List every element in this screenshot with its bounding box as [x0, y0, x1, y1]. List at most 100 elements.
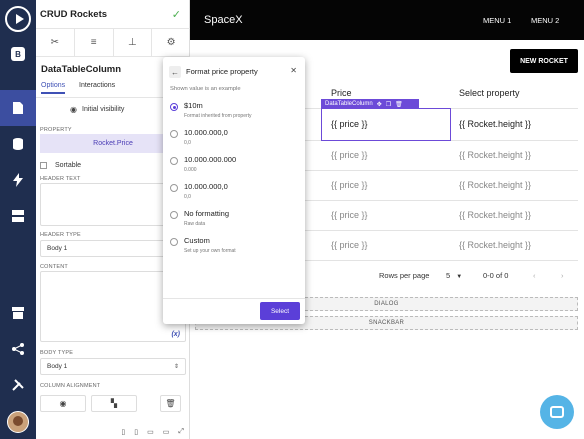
chat-icon	[550, 406, 564, 418]
option-description: 0,0	[184, 140, 191, 146]
format-option[interactable]: 10.000.000,0 0,0	[170, 182, 298, 206]
align-layout-button[interactable]: ▚	[91, 395, 137, 412]
trash-icon[interactable]: 🗑	[395, 101, 403, 108]
component-name: DataTableColumn	[41, 64, 122, 75]
app-title: CRUD Rockets	[40, 9, 108, 20]
align-visible-button[interactable]: ◉	[40, 395, 86, 412]
radio-icon[interactable]	[170, 211, 178, 219]
radio-icon[interactable]	[170, 130, 178, 138]
table-cell: {{ Rocket.height }}	[459, 150, 532, 160]
format-option[interactable]: $10m Format inherited from property	[170, 101, 298, 125]
table-cell: {{ Rocket.height }}	[459, 180, 532, 190]
eye-icon[interactable]: ◉	[70, 105, 77, 114]
app-bar: SpaceX MENU 1 MENU 2	[190, 0, 584, 40]
radio-icon[interactable]	[170, 184, 178, 192]
laptop-icon[interactable]: ▭	[163, 428, 170, 436]
radio-icon[interactable]	[170, 238, 178, 246]
table-cell: {{ price }}	[331, 210, 368, 220]
tools-icon[interactable]	[0, 367, 36, 403]
panel-tool-tabs: ✂ ≡ ⊥ ⚙	[36, 28, 190, 57]
radio-selected-icon[interactable]	[170, 103, 178, 111]
caret-down-icon: ▼	[456, 274, 463, 280]
hierarchy-icon[interactable]: ⊥	[114, 29, 153, 56]
format-option[interactable]: 10.000.000,0 0,0	[170, 128, 298, 152]
tablet-icon[interactable]: ▯	[134, 428, 138, 436]
next-page-icon[interactable]: ›	[561, 271, 564, 280]
option-label: 10.000.000.000	[184, 155, 237, 164]
page-icon[interactable]	[0, 90, 36, 126]
menu-2[interactable]: MENU 2	[531, 16, 559, 25]
pagination-range: 0-0 of 0	[483, 271, 509, 280]
column-header-select[interactable]: Select property	[459, 88, 520, 98]
header-type-value: Body 1	[47, 245, 68, 252]
sortable-checkbox[interactable]: Sortable	[40, 162, 81, 169]
option-label: 10.000.000,0	[184, 128, 228, 137]
format-option[interactable]: Custom Set up your own format	[170, 236, 298, 260]
move-icon[interactable]: ✥	[377, 101, 382, 108]
delete-button[interactable]: 🗑	[160, 395, 181, 412]
body-type-select[interactable]: Body 1 ⇕	[40, 358, 186, 375]
radio-icon[interactable]	[170, 157, 178, 165]
table-cell: {{ Rocket.height }}	[459, 119, 532, 129]
divider	[163, 298, 305, 299]
check-icon: ✓	[171, 9, 181, 21]
option-description: Set up your own format	[184, 248, 236, 254]
menu-1[interactable]: MENU 1	[483, 16, 511, 25]
back-arrow-icon[interactable]: ←	[169, 66, 181, 78]
gear-icon[interactable]: ⚙	[152, 29, 190, 56]
copy-icon[interactable]: ❐	[386, 101, 391, 108]
option-label: Custom	[184, 236, 210, 245]
appbar-title: SpaceX	[204, 14, 243, 26]
table-cell: {{ price }}	[331, 240, 368, 250]
format-dialog: ← Format price property ✕ Shown value is…	[163, 57, 305, 324]
database-icon[interactable]: ≡	[75, 29, 114, 56]
column-alignment-label: COLUMN ALIGNMENT	[40, 383, 101, 389]
play-icon[interactable]	[0, 1, 36, 37]
store-icon[interactable]	[0, 295, 36, 331]
new-rocket-button[interactable]: NEW ROCKET	[510, 49, 578, 73]
formula-icon[interactable]: (x)	[171, 331, 180, 338]
content-label: CONTENT	[40, 264, 68, 270]
tab-interactions[interactable]: Interactions	[79, 82, 115, 92]
phone-icon[interactable]: ▯	[121, 428, 125, 436]
list-icon[interactable]	[0, 198, 36, 234]
sortable-label: Sortable	[55, 162, 82, 169]
selected-component-tag[interactable]: DataTableColumn ✥ ❐ 🗑	[321, 99, 419, 109]
visibility-label[interactable]: Initial visibility	[82, 106, 124, 113]
table-cell: {{ Rocket.height }}	[459, 240, 532, 250]
hex-b-icon[interactable]: B	[0, 36, 36, 72]
checkbox-icon[interactable]	[40, 162, 47, 169]
tools-icon[interactable]: ✂	[36, 29, 75, 56]
tablet-landscape-icon[interactable]: ▭	[147, 428, 154, 436]
device-bar: ▯ ▯ ▭ ▭ ⤢	[36, 425, 190, 439]
column-header-price[interactable]: Price	[331, 88, 352, 98]
option-description: Raw data	[184, 221, 206, 227]
rows-per-page-select[interactable]: 5 ▼	[446, 271, 462, 280]
layout-icon: ▚	[110, 399, 118, 408]
body-type-value: Body 1	[47, 363, 68, 370]
bolt-icon[interactable]	[0, 162, 36, 198]
chat-button[interactable]	[540, 395, 574, 429]
fullscreen-icon[interactable]: ⤢	[178, 428, 184, 436]
header-type-label: HEADER TYPE	[40, 232, 81, 238]
avatar[interactable]	[0, 404, 36, 439]
rows-per-page-label: Rows per page	[379, 271, 430, 280]
format-option[interactable]: No formatting Raw data	[170, 209, 298, 233]
close-icon[interactable]: ✕	[290, 66, 297, 75]
table-cell: {{ price }}	[331, 119, 368, 129]
option-label: 10.000.000,0	[184, 182, 228, 191]
dialog-subtitle: Shown value is an example	[170, 86, 241, 92]
prev-page-icon[interactable]: ‹	[533, 271, 536, 280]
tab-options[interactable]: Options	[41, 82, 66, 94]
database-icon[interactable]	[0, 126, 36, 162]
eye-icon: ◉	[59, 399, 67, 408]
format-option[interactable]: 10.000.000.000 0.000	[170, 155, 298, 179]
share-icon[interactable]	[0, 331, 36, 367]
left-rail: B	[0, 0, 36, 439]
selected-component-label: DataTableColumn	[325, 101, 373, 107]
table-cell: {{ price }}	[331, 180, 368, 190]
rows-per-page-value: 5	[446, 271, 451, 280]
option-description: Format inherited from property	[184, 113, 252, 119]
dialog-title: Format price property	[186, 67, 258, 76]
select-button[interactable]: Select	[260, 302, 300, 320]
